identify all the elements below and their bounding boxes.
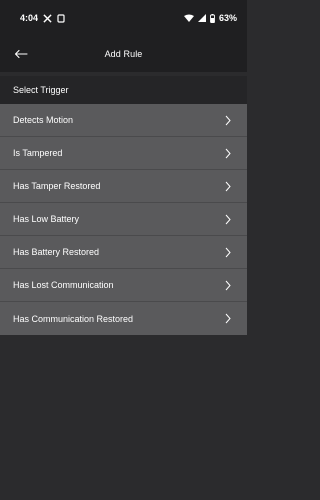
page-title: Add Rule (104, 49, 143, 59)
signal-icon (197, 14, 206, 22)
trigger-item-has-low-battery[interactable]: Has Low Battery (0, 203, 247, 236)
status-bar: 4:04 63% (0, 0, 247, 36)
chevron-right-icon (224, 246, 232, 258)
status-time: 4:04 (20, 13, 39, 23)
section-header: Select Trigger (0, 76, 247, 104)
battery-percentage: 63% (218, 13, 237, 23)
top-app-bar: Add Rule (0, 36, 247, 72)
status-bar-right: 63% (183, 13, 237, 23)
trigger-item-has-battery-restored[interactable]: Has Battery Restored (0, 236, 247, 269)
back-arrow-icon (14, 49, 28, 59)
trigger-item-has-tamper-restored[interactable]: Has Tamper Restored (0, 170, 247, 203)
chevron-right-icon (224, 313, 232, 325)
status-bar-left: 4:04 (20, 13, 65, 23)
trigger-label: Has Battery Restored (13, 247, 100, 257)
trigger-list: Detects Motion Is Tampered Has Tamper Re… (0, 104, 247, 335)
trigger-label: Detects Motion (13, 115, 74, 125)
trigger-label: Is Tampered (13, 148, 63, 158)
chevron-right-icon (224, 114, 232, 126)
battery-icon (210, 13, 215, 23)
trigger-item-detects-motion[interactable]: Detects Motion (0, 104, 247, 137)
trigger-item-has-communication-restored[interactable]: Has Communication Restored (0, 302, 247, 335)
section-label: Select Trigger (13, 85, 69, 95)
trigger-item-has-lost-communication[interactable]: Has Lost Communication (0, 269, 247, 302)
trigger-item-is-tampered[interactable]: Is Tampered (0, 137, 247, 170)
back-button[interactable] (12, 45, 30, 63)
trigger-label: Has Communication Restored (13, 313, 134, 324)
trigger-label: Has Lost Communication (13, 280, 114, 290)
wifi-icon (183, 14, 194, 22)
chevron-right-icon (224, 180, 232, 192)
chevron-right-icon (224, 213, 232, 225)
trigger-label: Has Tamper Restored (13, 181, 101, 191)
trigger-label: Has Low Battery (13, 214, 80, 224)
notification-icon (57, 13, 65, 23)
x-logo-icon (43, 13, 52, 23)
chevron-right-icon (224, 279, 232, 291)
chevron-right-icon (224, 147, 232, 159)
